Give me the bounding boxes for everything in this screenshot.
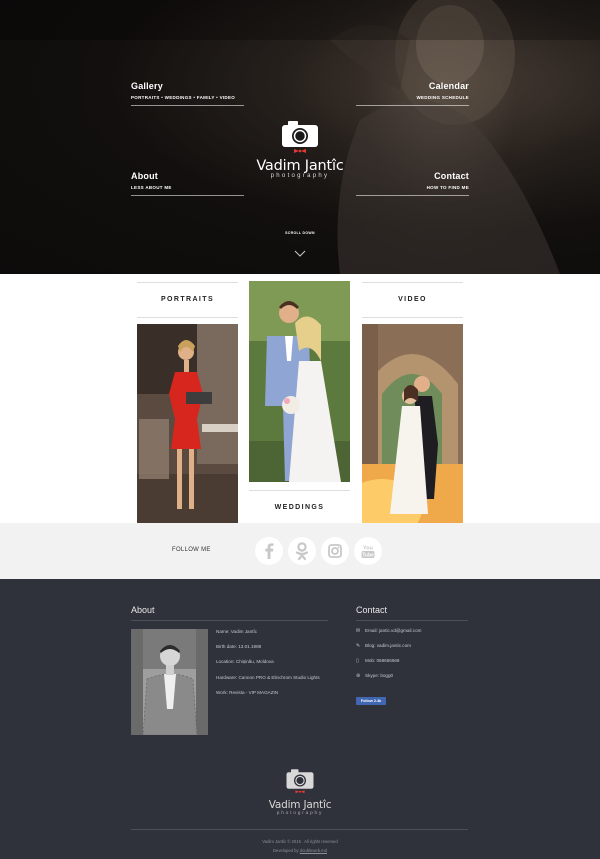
nav-calendar[interactable]: Calendar WEDDING SCHEDULE — [356, 81, 469, 106]
nav-calendar-sub[interactable]: WEDDING SCHEDULE — [356, 95, 469, 106]
portraits-photo[interactable] — [137, 324, 238, 523]
video-label[interactable]: VIDEO — [362, 282, 463, 318]
nav-gallery-sub[interactable]: PORTRAITS • WEDDINGS • FAMILY • VIDEO — [131, 95, 244, 106]
footer-contact-heading: Contact — [356, 605, 468, 621]
svg-text:You: You — [363, 546, 373, 552]
follow-section: FOLLOW ME You Tube — [0, 523, 600, 579]
footer-logo-tagline: photography — [276, 811, 324, 816]
about-name: Name: Vadim Jantîc — [216, 629, 258, 634]
developed-by-line: Developed by doubleweb.md — [150, 848, 450, 853]
nav-calendar-title[interactable]: Calendar — [356, 81, 469, 91]
developed-by-prefix: Developed by — [272, 848, 299, 853]
footer-logo[interactable]: Vadim Jantîc photography — [265, 767, 335, 816]
contact-skype-text[interactable]: Skype: bogg0 — [365, 673, 393, 678]
nav-contact-title[interactable]: Contact — [356, 171, 469, 181]
odnoklassniki-icon[interactable] — [288, 537, 316, 565]
developer-link[interactable]: doubleweb.md — [300, 848, 327, 853]
nav-contact[interactable]: Contact HOW TO FIND ME — [356, 171, 469, 196]
copyright-text: Vadim Jantîc © 2015 . All rights reserve… — [262, 839, 338, 844]
facebook-follow-button[interactable]: Follow 2.4k — [356, 697, 386, 705]
svg-text:Tube: Tube — [362, 553, 374, 559]
chevron-down-icon[interactable] — [294, 250, 306, 258]
contact-email[interactable]: ✉ Email: jantic.vd@gmail.com — [356, 628, 422, 634]
weddings-label[interactable]: WEDDINGS — [249, 490, 350, 526]
weddings-photo[interactable] — [249, 281, 350, 482]
portraits-label[interactable]: PORTRAITS — [137, 282, 238, 318]
about-work: Work: Revista - VIP MAGAZIN — [216, 690, 279, 695]
hero-section: Gallery PORTRAITS • WEDDINGS • FAMILY • … — [0, 0, 600, 274]
facebook-icon[interactable] — [255, 537, 283, 565]
contact-blog-text[interactable]: Blog: vadim.jantic.com — [365, 643, 411, 648]
contact-blog[interactable]: ✎ Blog: vadim.jantic.com — [356, 643, 411, 649]
about-location: Location: Chișinău, Moldova — [216, 659, 274, 664]
youtube-icon[interactable]: You Tube — [354, 537, 382, 565]
follow-label: FOLLOW ME — [172, 547, 211, 553]
nav-about-title[interactable]: About — [131, 171, 244, 181]
nav-about[interactable]: About LESS ABOUT ME — [131, 171, 244, 196]
contact-email-text[interactable]: Email: jantic.vd@gmail.com — [365, 628, 422, 633]
footer-about-heading: About — [131, 605, 328, 621]
video-photo[interactable] — [362, 324, 463, 523]
footer-divider — [131, 829, 468, 830]
author-portrait — [131, 629, 208, 735]
footer-logo-name: Vadim Jantîc — [268, 799, 332, 811]
nav-about-sub[interactable]: LESS ABOUT ME — [131, 185, 244, 196]
skype-icon: ⊛ — [356, 673, 361, 679]
about-birth-date: Birth date: 13.01.1988 — [216, 644, 262, 649]
camera-logo-icon — [286, 769, 314, 794]
contact-mobile-text: Mob: 068656669 — [365, 658, 400, 663]
nav-gallery[interactable]: Gallery PORTRAITS • WEDDINGS • FAMILY • … — [131, 81, 244, 106]
logo-name: Vadim Jantîc — [256, 158, 344, 174]
contact-mobile: ▯ Mob: 068656669 — [356, 658, 399, 664]
phone-icon: ▯ — [356, 658, 359, 664]
site-logo[interactable]: Vadim Jantîc photography — [255, 118, 345, 179]
pencil-icon: ✎ — [356, 643, 361, 649]
nav-gallery-title[interactable]: Gallery — [131, 81, 244, 91]
nav-contact-sub[interactable]: HOW TO FIND ME — [356, 185, 469, 196]
instagram-icon[interactable] — [321, 537, 349, 565]
about-hardware: Hardware: Cannon PRO & Elinchrom Studio … — [216, 675, 320, 680]
scroll-down-label[interactable]: SCROLL DOWN — [270, 231, 330, 235]
camera-logo-icon — [282, 121, 318, 153]
footer: About Contact Name: Vadim Jantîc Birth d… — [0, 579, 600, 859]
contact-skype[interactable]: ⊛ Skype: bogg0 — [356, 673, 393, 679]
envelope-icon: ✉ — [356, 628, 361, 634]
